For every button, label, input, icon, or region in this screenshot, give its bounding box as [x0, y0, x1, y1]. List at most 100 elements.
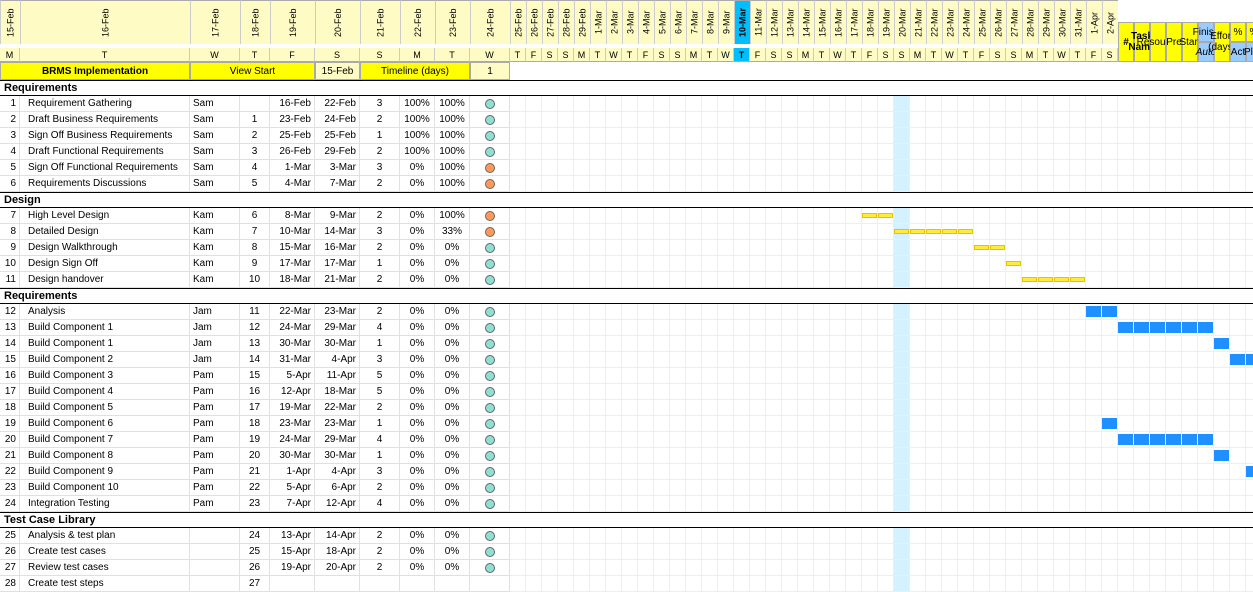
gantt-bar[interactable]: [1134, 434, 1149, 445]
resource[interactable]: Kam: [190, 208, 240, 224]
gantt-bar[interactable]: [1038, 277, 1053, 282]
effort[interactable]: 4: [360, 432, 400, 448]
gantt-bar[interactable]: [1102, 418, 1117, 429]
resource[interactable]: [190, 544, 240, 560]
start-date[interactable]: 16-Feb: [270, 96, 315, 112]
resource[interactable]: Pam: [190, 480, 240, 496]
predecessor[interactable]: 18: [240, 416, 270, 432]
effort[interactable]: 5: [360, 384, 400, 400]
predecessor[interactable]: 19: [240, 432, 270, 448]
resource[interactable]: Kam: [190, 256, 240, 272]
resource[interactable]: Kam: [190, 240, 240, 256]
gantt-bar[interactable]: [958, 229, 973, 234]
gantt-bar[interactable]: [1070, 277, 1085, 282]
resource[interactable]: Pam: [190, 416, 240, 432]
task-name[interactable]: Design Walkthrough: [20, 240, 190, 256]
start-date[interactable]: 23-Mar: [270, 416, 315, 432]
start-date[interactable]: 15-Mar: [270, 240, 315, 256]
effort[interactable]: 3: [360, 224, 400, 240]
section-header[interactable]: Test Case Library: [0, 512, 1253, 528]
resource[interactable]: Kam: [190, 272, 240, 288]
predecessor[interactable]: 23: [240, 496, 270, 512]
task-name[interactable]: Draft Business Requirements: [20, 112, 190, 128]
gantt-bar[interactable]: [926, 229, 941, 234]
gantt-bar[interactable]: [974, 245, 989, 250]
pct-actual[interactable]: 0%: [400, 560, 435, 576]
section-header[interactable]: Design: [0, 192, 1253, 208]
predecessor[interactable]: 21: [240, 464, 270, 480]
pct-actual[interactable]: 0%: [400, 272, 435, 288]
resource[interactable]: [190, 528, 240, 544]
pct-actual[interactable]: 0%: [400, 480, 435, 496]
pct-actual[interactable]: 0%: [400, 384, 435, 400]
pct-actual[interactable]: 0%: [400, 464, 435, 480]
gantt-bar[interactable]: [862, 213, 877, 218]
effort[interactable]: 4: [360, 496, 400, 512]
resource[interactable]: Jam: [190, 304, 240, 320]
gantt-bar[interactable]: [1214, 450, 1229, 461]
predecessor[interactable]: 22: [240, 480, 270, 496]
start-date[interactable]: 5-Apr: [270, 480, 315, 496]
gantt-bar[interactable]: [1166, 434, 1181, 445]
start-date[interactable]: 19-Mar: [270, 400, 315, 416]
predecessor[interactable]: 7: [240, 224, 270, 240]
predecessor[interactable]: 9: [240, 256, 270, 272]
pct-actual[interactable]: 0%: [400, 336, 435, 352]
gantt-bar[interactable]: [1230, 354, 1245, 365]
effort[interactable]: 2: [360, 480, 400, 496]
task-name[interactable]: Build Component 3: [20, 368, 190, 384]
effort[interactable]: 3: [360, 464, 400, 480]
start-date[interactable]: 24-Mar: [270, 432, 315, 448]
start-date[interactable]: 7-Apr: [270, 496, 315, 512]
task-name[interactable]: Sign Off Functional Requirements: [20, 160, 190, 176]
start-date[interactable]: 31-Mar: [270, 352, 315, 368]
gantt-bar[interactable]: [1102, 306, 1117, 317]
pct-actual[interactable]: 0%: [400, 544, 435, 560]
predecessor[interactable]: [240, 96, 270, 112]
gantt-bar[interactable]: [878, 213, 893, 218]
predecessor[interactable]: 2: [240, 128, 270, 144]
predecessor[interactable]: 15: [240, 368, 270, 384]
pct-actual[interactable]: 0%: [400, 400, 435, 416]
effort[interactable]: 2: [360, 304, 400, 320]
gantt-bar[interactable]: [1150, 322, 1165, 333]
task-name[interactable]: Draft Functional Requirements: [20, 144, 190, 160]
task-name[interactable]: Build Component 1: [20, 336, 190, 352]
pct-actual[interactable]: 100%: [400, 144, 435, 160]
start-date[interactable]: 18-Mar: [270, 272, 315, 288]
pct-actual[interactable]: 0%: [400, 352, 435, 368]
task-name[interactable]: Build Component 1: [20, 320, 190, 336]
resource[interactable]: Sam: [190, 160, 240, 176]
effort[interactable]: 3: [360, 96, 400, 112]
gantt-bar[interactable]: [1086, 306, 1101, 317]
effort[interactable]: 2: [360, 208, 400, 224]
gantt-bar[interactable]: [1006, 261, 1021, 266]
start-date[interactable]: 8-Mar: [270, 208, 315, 224]
task-name[interactable]: Build Component 4: [20, 384, 190, 400]
pct-actual[interactable]: 0%: [400, 432, 435, 448]
predecessor[interactable]: 12: [240, 320, 270, 336]
task-name[interactable]: Build Component 7: [20, 432, 190, 448]
task-name[interactable]: Create test steps: [20, 576, 190, 592]
resource[interactable]: Pam: [190, 448, 240, 464]
resource[interactable]: Pam: [190, 464, 240, 480]
resource[interactable]: Kam: [190, 224, 240, 240]
resource[interactable]: Sam: [190, 112, 240, 128]
predecessor[interactable]: 1: [240, 112, 270, 128]
start-date[interactable]: 5-Apr: [270, 368, 315, 384]
gantt-bar[interactable]: [910, 229, 925, 234]
task-name[interactable]: Create test cases: [20, 544, 190, 560]
gantt-bar[interactable]: [1134, 322, 1149, 333]
task-name[interactable]: Detailed Design: [20, 224, 190, 240]
effort[interactable]: 1: [360, 448, 400, 464]
resource[interactable]: Pam: [190, 368, 240, 384]
pct-actual[interactable]: 0%: [400, 320, 435, 336]
start-date[interactable]: 26-Feb: [270, 144, 315, 160]
start-date[interactable]: 22-Mar: [270, 304, 315, 320]
task-name[interactable]: Requirement Gathering: [20, 96, 190, 112]
task-name[interactable]: Design handover: [20, 272, 190, 288]
predecessor[interactable]: 16: [240, 384, 270, 400]
start-date[interactable]: 15-Apr: [270, 544, 315, 560]
start-date[interactable]: [270, 576, 315, 592]
effort[interactable]: 2: [360, 144, 400, 160]
